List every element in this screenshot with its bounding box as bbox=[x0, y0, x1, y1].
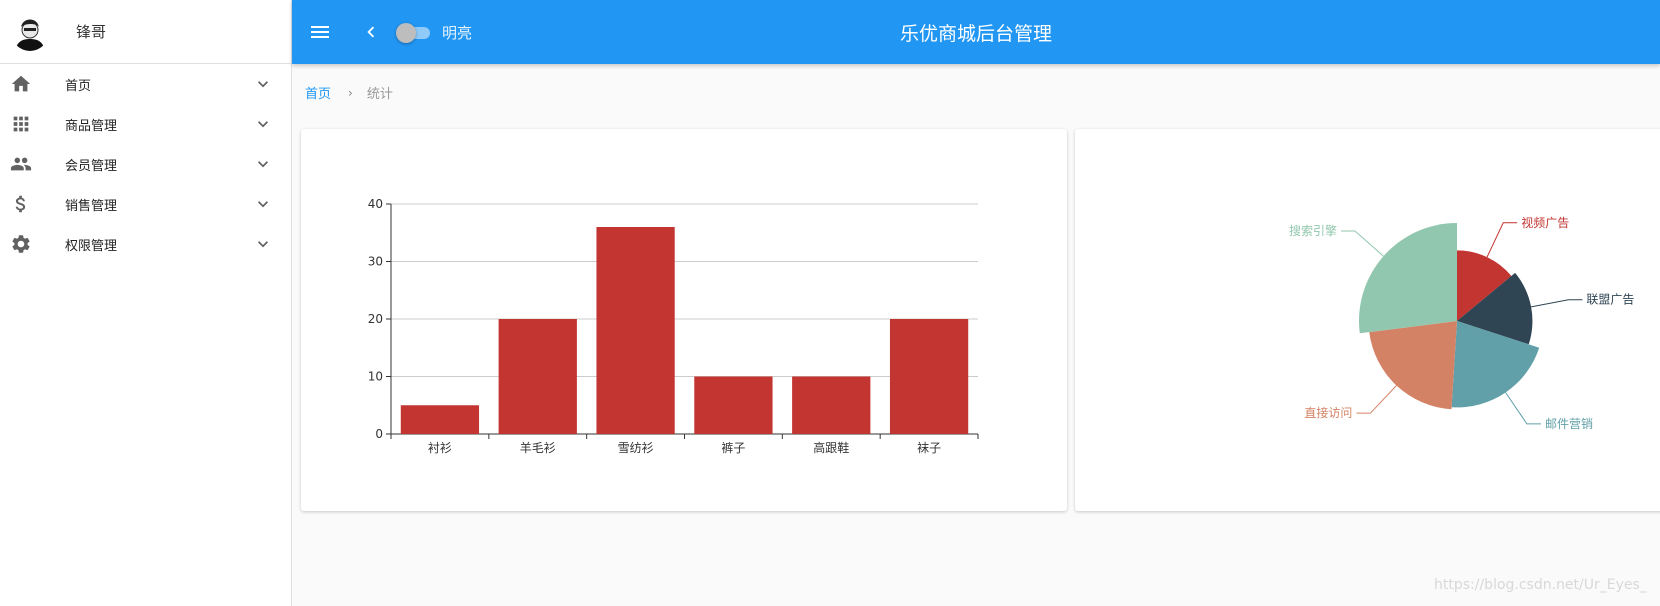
x-tick-label: 雪纺衫 bbox=[618, 441, 654, 455]
avatar[interactable] bbox=[11, 12, 49, 51]
x-tick-label: 羊毛衫 bbox=[520, 440, 556, 455]
app-title: 乐优商城后台管理 bbox=[899, 23, 1052, 45]
bar bbox=[889, 319, 969, 434]
people-icon bbox=[10, 153, 32, 175]
bar bbox=[694, 376, 773, 434]
pie-label-line bbox=[1486, 222, 1518, 258]
chevron-right-icon: › bbox=[348, 85, 353, 100]
pie-slice bbox=[1369, 321, 1457, 410]
sidebar-item-home[interactable]: 首页 bbox=[0, 64, 291, 104]
breadcrumb-home-link[interactable]: 首页 bbox=[305, 83, 331, 102]
breadcrumb: 首页 › 统计 bbox=[305, 83, 393, 103]
x-tick-label: 衬衫 bbox=[428, 441, 452, 455]
y-tick-label: 30 bbox=[368, 255, 383, 269]
watermark: https://blog.csdn.net/Ur_Eyes_ bbox=[1434, 577, 1647, 593]
pie-slice bbox=[1359, 223, 1457, 334]
chevron-down-icon[interactable] bbox=[253, 234, 273, 254]
pie-slice-label: 视频广告 bbox=[1521, 215, 1569, 230]
rose-pie-chart: 视频广告联盟广告邮件营销 直接访问 搜索引擎 bbox=[1289, 215, 1634, 431]
bar-chart: 0 10 20 30 40 衬衫 羊毛衫 雪纺衫 裤子 高跟鞋 袜子 bbox=[368, 197, 979, 455]
pie-label-line bbox=[1505, 392, 1541, 425]
sidebar-item-label: 权限管理 bbox=[65, 238, 118, 254]
sidebar-item-label: 会员管理 bbox=[65, 158, 118, 174]
y-tick-label: 0 bbox=[375, 427, 383, 441]
y-tick-label: 40 bbox=[368, 197, 383, 211]
bar bbox=[498, 319, 577, 434]
sidebar-item-members[interactable]: 会员管理 bbox=[0, 144, 291, 184]
x-tick-label: 裤子 bbox=[721, 441, 745, 455]
pie-slice-label: 搜索引擎 bbox=[1289, 223, 1337, 238]
sidebar-item-label: 销售管理 bbox=[65, 198, 118, 214]
chevron-down-icon[interactable] bbox=[253, 114, 273, 134]
x-tick-label: 袜子 bbox=[917, 441, 941, 455]
top-app-bar: 明亮 乐优商城后台管理 bbox=[292, 0, 1660, 64]
bar bbox=[792, 376, 871, 434]
pie-slice-label: 直接访问 bbox=[1304, 405, 1352, 420]
sidebar-item-permissions[interactable]: 权限管理 bbox=[0, 224, 291, 264]
sidebar: 锋哥 首页 商品管理 会员管理 销售管理 权限管理 bbox=[0, 0, 292, 606]
bar-chart-card: 0 10 20 30 40 衬衫 羊毛衫 雪纺衫 裤子 高跟鞋 袜子 bbox=[301, 129, 1067, 511]
pie-chart-card: 视频广告联盟广告邮件营销 直接访问 搜索引擎 bbox=[1075, 129, 1660, 511]
chevron-down-icon[interactable] bbox=[253, 154, 273, 174]
chevron-down-icon[interactable] bbox=[253, 74, 273, 94]
pie-slice-label: 邮件营销 bbox=[1545, 417, 1593, 431]
bar bbox=[596, 227, 675, 434]
pie-slice-label: 联盟广告 bbox=[1586, 293, 1634, 307]
pie-label-line bbox=[1531, 299, 1583, 308]
pie-label-line bbox=[1340, 230, 1384, 257]
avatar-image bbox=[11, 12, 49, 51]
breadcrumb-current: 统计 bbox=[366, 87, 393, 102]
pie-label-line bbox=[1356, 385, 1397, 414]
user-profile: 锋哥 bbox=[0, 0, 291, 64]
dollar-icon bbox=[10, 193, 32, 215]
sidebar-item-products[interactable]: 商品管理 bbox=[0, 104, 291, 144]
sidebar-item-label: 商品管理 bbox=[65, 118, 118, 134]
bar bbox=[400, 405, 480, 434]
y-tick-label: 20 bbox=[368, 312, 383, 326]
x-tick-label: 高跟鞋 bbox=[813, 440, 849, 455]
sidebar-item-label: 首页 bbox=[65, 78, 92, 94]
home-icon bbox=[10, 73, 32, 95]
apps-grid-icon bbox=[10, 113, 32, 135]
y-tick-label: 10 bbox=[368, 370, 383, 384]
username: 锋哥 bbox=[76, 23, 107, 41]
chevron-down-icon[interactable] bbox=[253, 194, 273, 214]
sidebar-item-sales[interactable]: 销售管理 bbox=[0, 184, 291, 224]
gear-icon bbox=[10, 233, 32, 255]
